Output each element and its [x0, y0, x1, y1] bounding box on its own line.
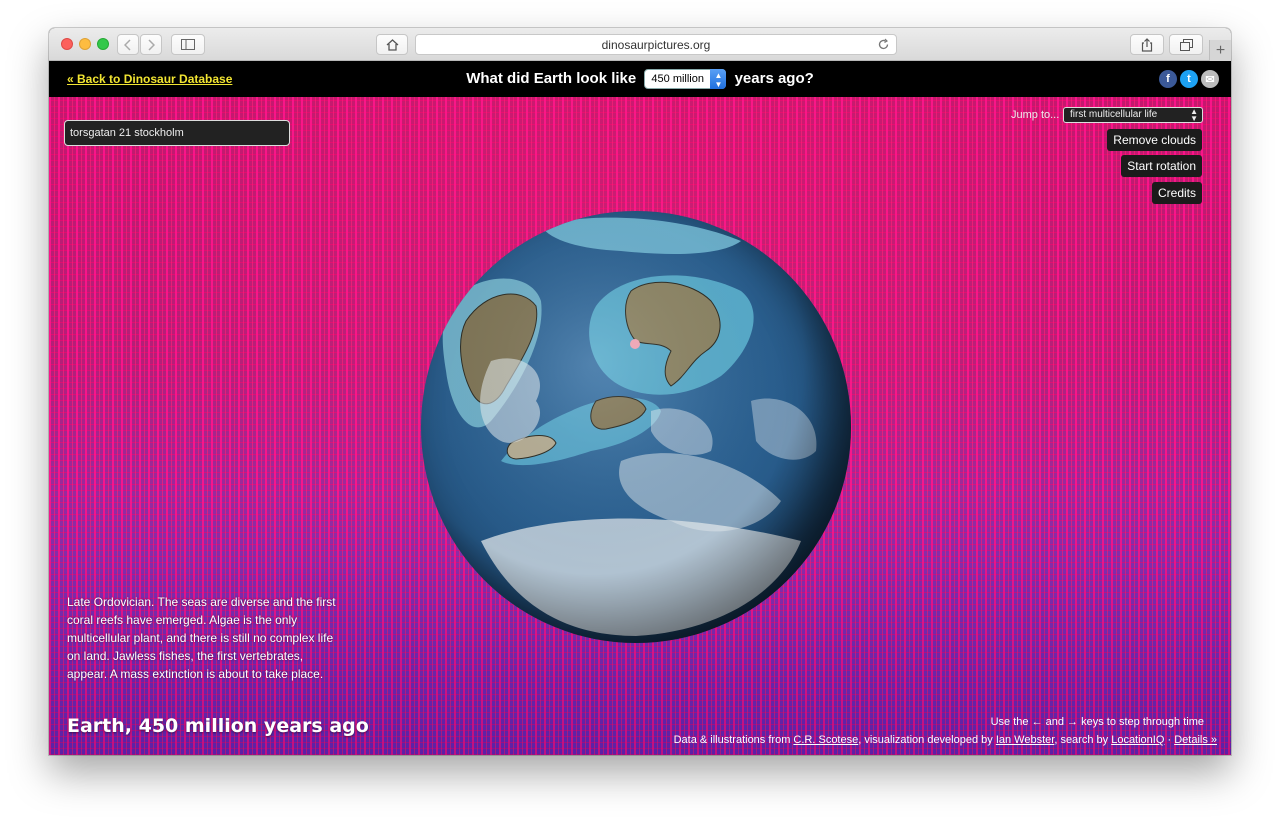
new-tab-button[interactable]: + [1209, 40, 1231, 61]
location-search-input[interactable] [64, 120, 290, 146]
browser-titlebar: dinosaurpictures.org + [49, 28, 1231, 61]
globe-surface-illustration [421, 211, 851, 643]
era-title: Earth, 450 million years ago [67, 715, 369, 737]
start-rotation-button[interactable]: Start rotation [1121, 155, 1202, 177]
email-share-icon[interactable]: ✉ [1201, 70, 1219, 88]
facebook-share-icon[interactable]: f [1159, 70, 1177, 88]
jump-to-select-value: first multicellular life [1070, 109, 1158, 120]
chevron-left-icon [124, 38, 131, 51]
credit-separator: · [1167, 734, 1172, 746]
title-prefix: What did Earth look like [466, 69, 637, 87]
page-header: « Back to Dinosaur Database What did Ear… [49, 61, 1231, 97]
chevron-right-icon [148, 38, 155, 51]
era-description: Late Ordovician. The seas are diverse an… [67, 595, 336, 681]
details-link[interactable]: Details » [1174, 734, 1217, 746]
address-bar[interactable]: dinosaurpictures.org [415, 34, 897, 55]
minimize-window-button[interactable] [79, 38, 91, 50]
title-suffix: years ago? [734, 69, 814, 87]
keyboard-hint: Use the ← and → keys to step through tim… [990, 716, 1204, 728]
twitter-share-icon[interactable]: t [1180, 70, 1198, 88]
credit-search: , search by [1054, 734, 1109, 746]
share-icon [1141, 37, 1153, 52]
share-button[interactable] [1130, 34, 1164, 55]
globe-viewport[interactable]: Jump to... first multicellular life ▲▼ R… [49, 97, 1231, 755]
credits-button[interactable]: Credits [1151, 182, 1202, 204]
jump-to-select[interactable]: first multicellular life ▲ ▼ [1063, 107, 1203, 123]
tabs-overview-button[interactable] [1169, 34, 1203, 55]
webster-link[interactable]: Ian Webster [996, 734, 1055, 746]
age-select[interactable]: 450 million ▲ ▼ [644, 69, 727, 89]
credit-mid: , visualization developed by [858, 734, 993, 746]
locationiq-link[interactable]: LocationIQ [1111, 734, 1164, 746]
scotese-link[interactable]: C.R. Scotese [793, 734, 858, 746]
close-window-button[interactable] [61, 38, 73, 50]
zoom-window-button[interactable] [97, 38, 109, 50]
home-icon [386, 38, 398, 51]
earth-globe[interactable] [421, 211, 851, 643]
reload-icon[interactable] [877, 38, 890, 51]
page-title: What did Earth look like 450 million ▲ ▼ … [49, 69, 1231, 89]
jump-to-label: Jump to... [1011, 109, 1060, 121]
url-text: dinosaurpictures.org [601, 37, 711, 52]
remove-clouds-button[interactable]: Remove clouds [1107, 129, 1202, 151]
select-arrows-icon: ▲ ▼ [1190, 107, 1198, 123]
age-select-value: 450 million [651, 73, 704, 85]
select-arrows-icon: ▲ ▼ [710, 69, 727, 89]
browser-window: dinosaurpictures.org + « Back to Dinosau… [49, 28, 1231, 755]
home-button[interactable] [376, 34, 408, 55]
back-button[interactable] [117, 34, 139, 55]
sidebar-icon [181, 39, 195, 50]
sidebar-toggle-button[interactable] [171, 34, 205, 55]
credit-prefix: Data & illustrations from [673, 734, 791, 746]
forward-button[interactable] [140, 34, 162, 55]
tabs-icon [1179, 38, 1193, 51]
credits-line: Data & illustrations from C.R. Scotese, … [674, 734, 1217, 746]
